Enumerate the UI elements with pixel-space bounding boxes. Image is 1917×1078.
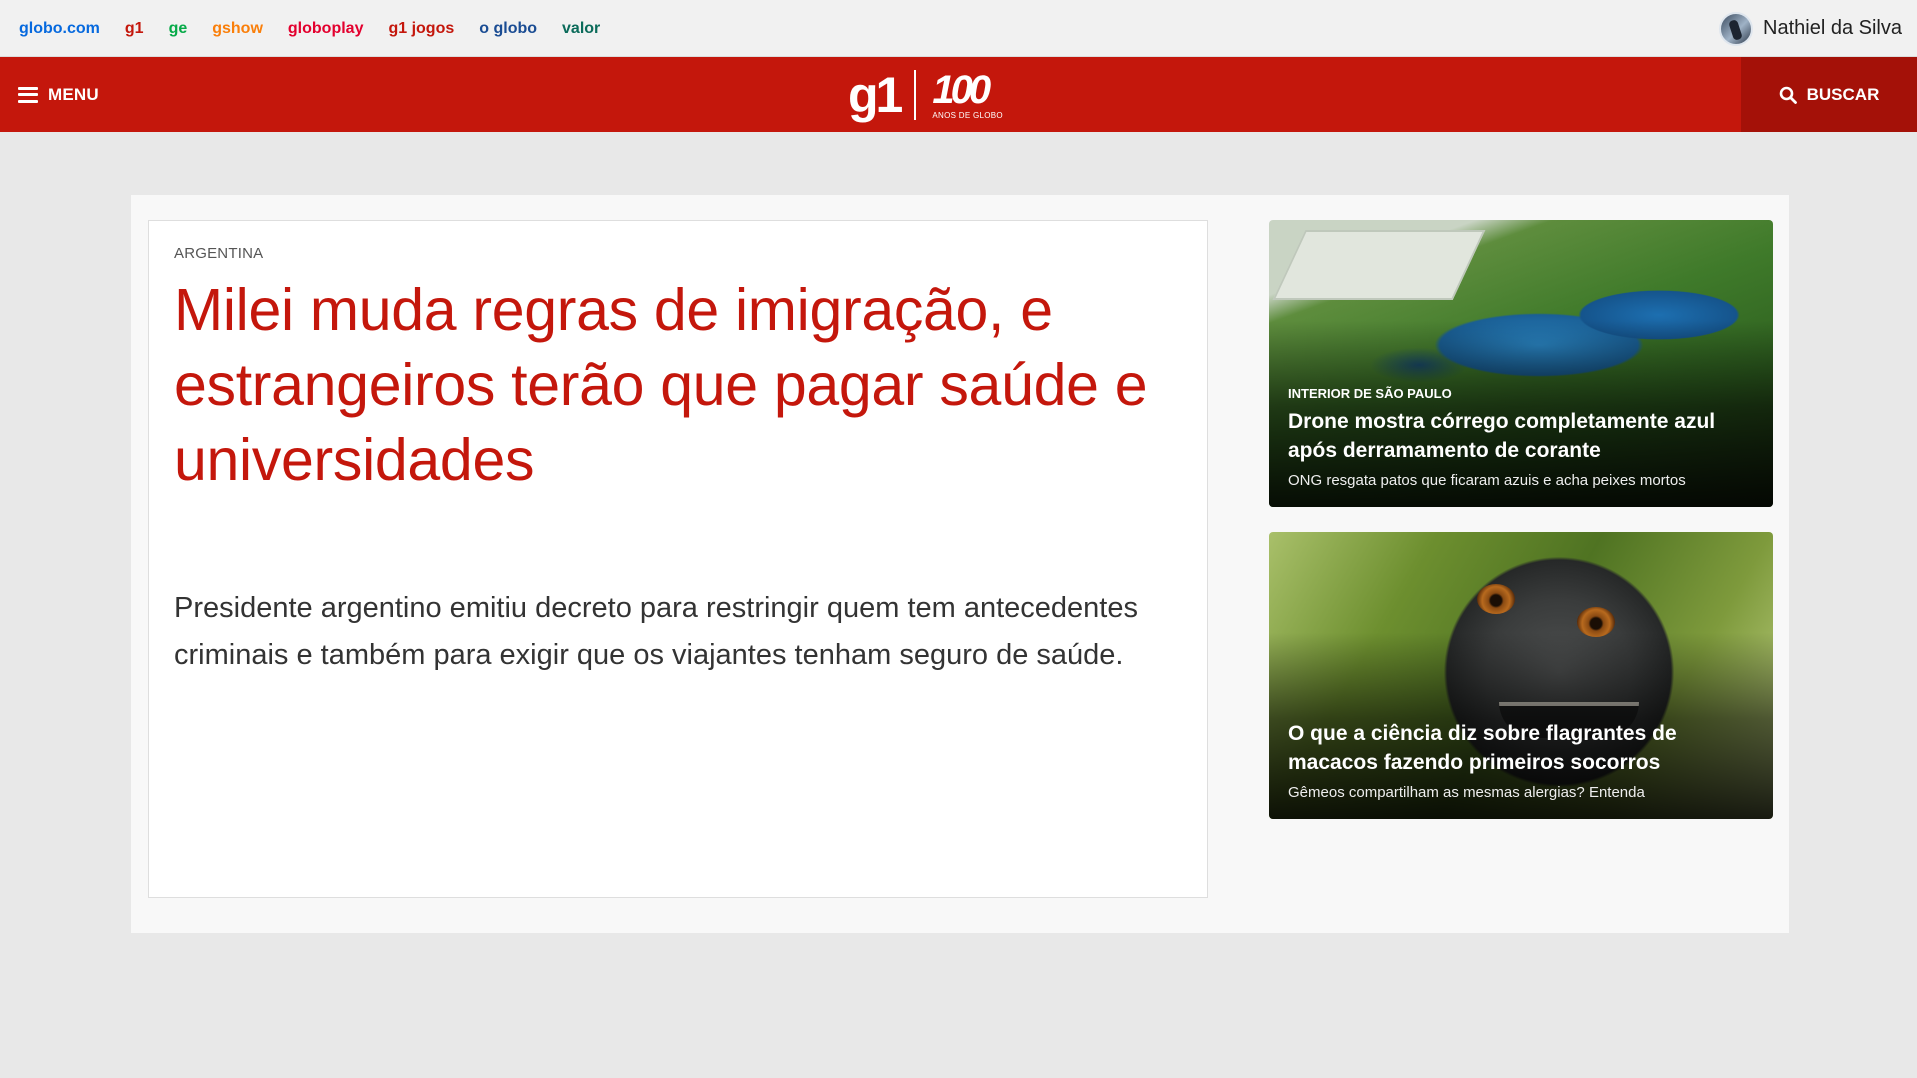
g1-logo[interactable]: g1 100 ANOS DE GLOBO <box>848 67 1003 123</box>
link-globo-com[interactable]: globo.com <box>19 20 100 38</box>
card-text: O que a ciência diz sobre flagrantes de … <box>1288 719 1755 801</box>
side-article-card[interactable]: INTERIOR DE SÃO PAULO Drone mostra córre… <box>1269 220 1773 507</box>
lead-headline[interactable]: Milei muda regras de imigração, e estran… <box>174 273 1174 498</box>
menu-label: MENU <box>48 84 99 104</box>
hamburger-icon <box>18 86 38 103</box>
anniversary-number: 100 <box>932 68 991 112</box>
search-icon <box>1779 86 1797 104</box>
logo-divider <box>914 70 917 120</box>
search-label: BUSCAR <box>1806 84 1880 104</box>
search-button[interactable]: BUSCAR <box>1741 57 1917 132</box>
link-ge[interactable]: ge <box>169 20 188 38</box>
card-subtitle: ONG resgata patos que ficaram azuis e ac… <box>1288 472 1686 489</box>
link-gshow[interactable]: gshow <box>212 20 263 38</box>
lead-kicker: ARGENTINA <box>174 245 264 262</box>
card-kicker: INTERIOR DE SÃO PAULO <box>1288 386 1452 401</box>
anniversary-badge: 100 ANOS DE GLOBO <box>932 70 1003 120</box>
card-subtitle: Gêmeos compartilham as mesmas alergias? … <box>1288 784 1645 801</box>
avatar[interactable] <box>1719 11 1754 46</box>
side-article-card[interactable]: O que a ciência diz sobre flagrantes de … <box>1269 532 1773 819</box>
logo-g1-text: g1 <box>848 67 903 123</box>
highlights-container: ARGENTINA Milei muda regras de imigração… <box>131 195 1789 933</box>
lead-article-card[interactable]: ARGENTINA Milei muda regras de imigração… <box>148 220 1208 898</box>
link-globoplay[interactable]: globoplay <box>288 20 364 38</box>
site-header: MENU g1 100 ANOS DE GLOBO BUSCAR <box>0 57 1917 132</box>
link-o-globo[interactable]: o globo <box>479 20 537 38</box>
anniversary-caption: ANOS DE GLOBO <box>932 111 1003 120</box>
link-g1-jogos[interactable]: g1 jogos <box>388 20 454 38</box>
menu-button[interactable]: MENU <box>18 57 99 132</box>
user-account[interactable]: Nathiel da Silva <box>1719 0 1902 57</box>
card-headline[interactable]: Drone mostra córrego completamente azul … <box>1288 407 1755 465</box>
link-g1[interactable]: g1 <box>125 20 144 38</box>
globo-top-bar: globo.com g1 ge gshow globoplay g1 jogos… <box>0 0 1917 57</box>
card-text: INTERIOR DE SÃO PAULO Drone mostra córre… <box>1288 386 1755 489</box>
lead-summary: Presidente argentino emitiu decreto para… <box>174 592 1138 671</box>
card-headline[interactable]: O que a ciência diz sobre flagrantes de … <box>1288 719 1755 777</box>
user-name[interactable]: Nathiel da Silva <box>1763 17 1902 40</box>
globo-network-links: globo.com g1 ge gshow globoplay g1 jogos… <box>19 0 600 57</box>
link-valor[interactable]: valor <box>562 20 600 38</box>
